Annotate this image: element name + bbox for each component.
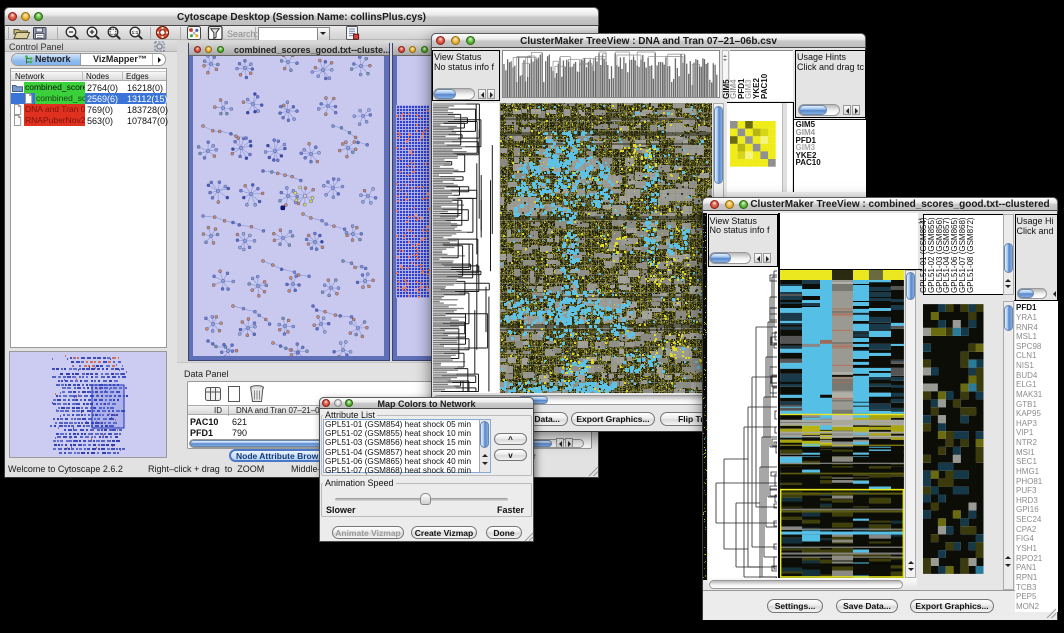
svg-text:1:1: 1:1 xyxy=(132,30,139,35)
